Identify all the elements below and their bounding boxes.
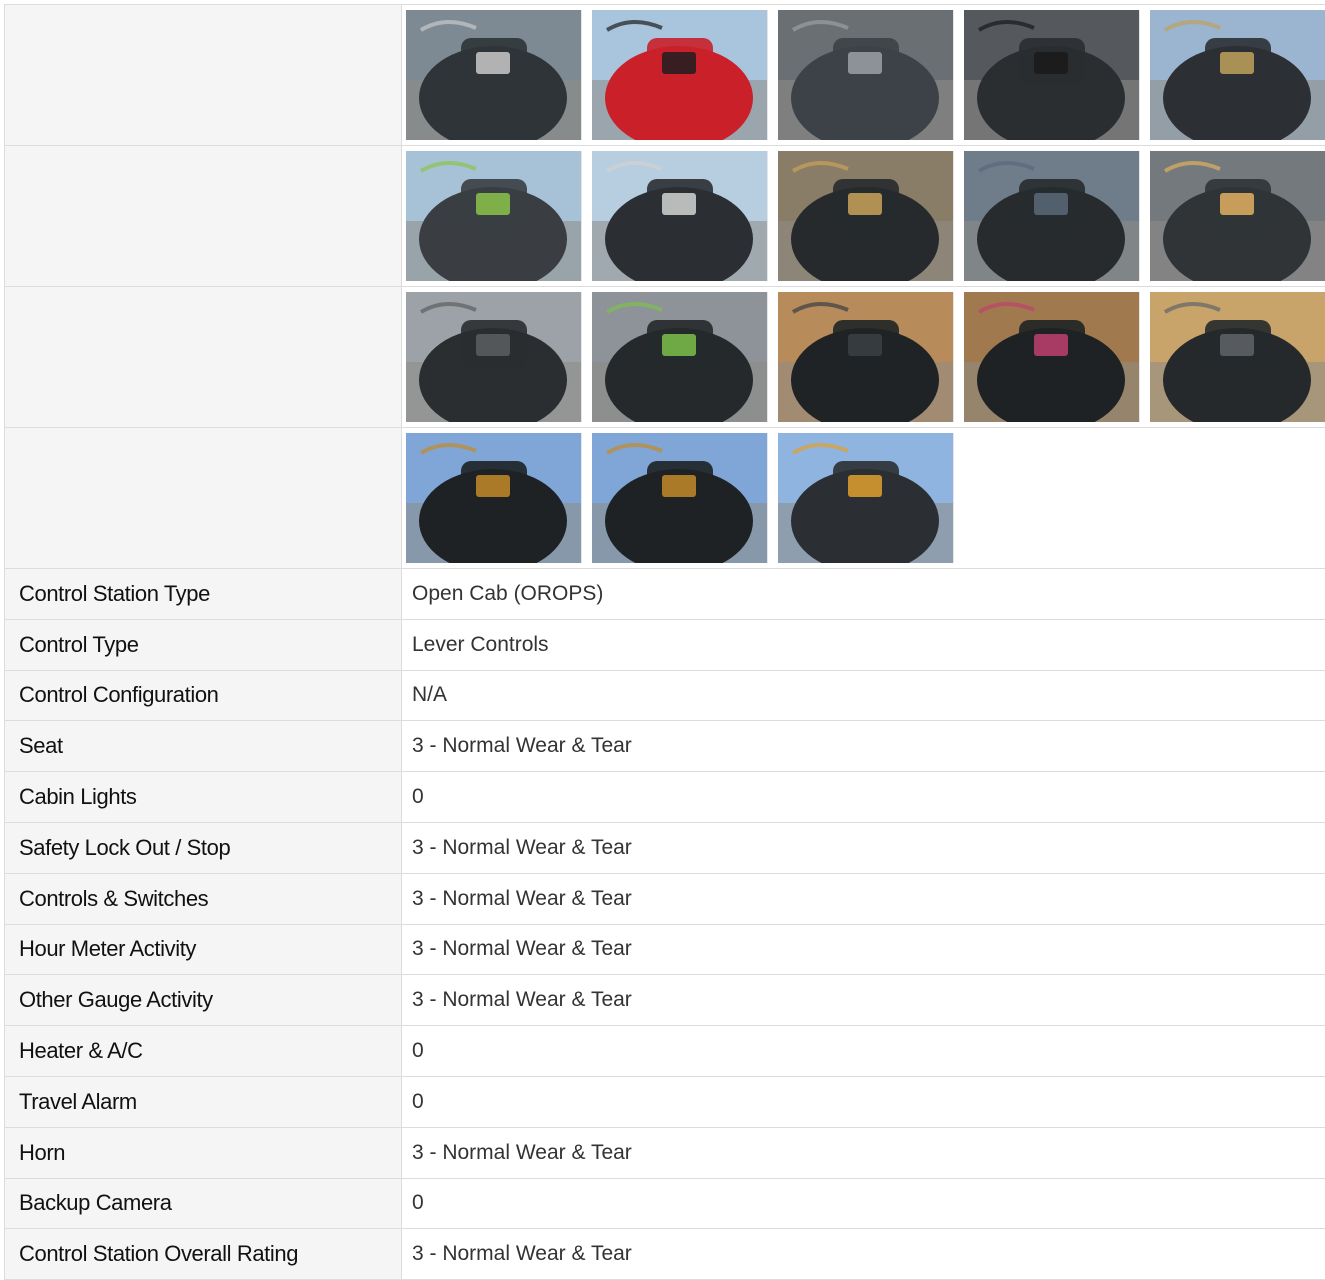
photo-row (5, 5, 1325, 146)
red-panel-photo-icon[interactable] (592, 10, 768, 140)
photo-illustration (406, 10, 581, 140)
forklift-overview-photo-icon[interactable] (778, 433, 954, 563)
inspection-table: Control Station Type Open Cab (OROPS) Co… (4, 4, 1325, 1280)
photo-illustration (964, 10, 1139, 140)
attribute-label: Control Station Overall Rating (5, 1229, 402, 1280)
shift-lever-photo-icon[interactable] (778, 151, 954, 281)
photo-illustration (964, 151, 1139, 281)
joystick-boot-photo-icon[interactable] (964, 151, 1140, 281)
attribute-row-travel-alarm: Travel Alarm 0 (5, 1076, 1325, 1127)
photo-row-label-cell (5, 5, 402, 146)
attribute-row-control-type: Control Type Lever Controls (5, 619, 1325, 670)
photo-illustration (964, 292, 1139, 422)
attribute-value: 0 (402, 772, 1325, 823)
attribute-value: 3 - Normal Wear & Tear (402, 721, 1325, 772)
attribute-label: Control Configuration (5, 670, 402, 721)
attribute-row-control-configuration: Control Configuration N/A (5, 670, 1325, 721)
photo-illustration (406, 151, 581, 281)
photo-row-cell (402, 428, 1325, 569)
attribute-row-horn: Horn 3 - Normal Wear & Tear (5, 1127, 1325, 1178)
attribute-row-control-station-type: Control Station Type Open Cab (OROPS) (5, 569, 1325, 620)
attribute-value: Lever Controls (402, 619, 1325, 670)
attribute-label: Hour Meter Activity (5, 924, 402, 975)
photo-row-cell (402, 287, 1325, 428)
side-handle-photo-icon[interactable] (1150, 151, 1325, 281)
attribute-label: Safety Lock Out / Stop (5, 822, 402, 873)
attribute-row-hour-meter-activity: Hour Meter Activity 3 - Normal Wear & Te… (5, 924, 1325, 975)
photo-row-label-cell (5, 287, 402, 428)
lift-levers-photo-icon[interactable] (406, 151, 582, 281)
attribute-label: Backup Camera (5, 1178, 402, 1229)
attribute-value: 3 - Normal Wear & Tear (402, 1127, 1325, 1178)
operator-seat-photo-icon[interactable] (406, 433, 582, 563)
operator-seat-photo-icon[interactable] (592, 433, 768, 563)
attribute-row-backup-camera: Backup Camera 0 (5, 1178, 1325, 1229)
attribute-label: Heater & A/C (5, 1026, 402, 1077)
attribute-label: Travel Alarm (5, 1076, 402, 1127)
photo-row-label-cell (5, 428, 402, 569)
seat-backrest-photo-icon[interactable] (778, 292, 954, 422)
switch-panel-photo-icon[interactable] (964, 10, 1140, 140)
attribute-value: Open Cab (OROPS) (402, 569, 1325, 620)
attribute-row-control-station-overall-rating: Control Station Overall Rating 3 - Norma… (5, 1229, 1325, 1280)
photo-illustration (1150, 151, 1325, 281)
photo-row-cell (402, 5, 1325, 146)
attribute-row-cabin-lights: Cabin Lights 0 (5, 772, 1325, 823)
lever-knobs-photo-icon[interactable] (592, 151, 768, 281)
seat-belt-photo-icon[interactable] (1150, 292, 1325, 422)
steering-column-photo-icon[interactable] (406, 292, 582, 422)
attribute-label: Control Type (5, 619, 402, 670)
attribute-row-safety-lock-out-stop: Safety Lock Out / Stop 3 - Normal Wear &… (5, 822, 1325, 873)
photo-row-label-cell (5, 146, 402, 287)
photo-illustration (778, 151, 953, 281)
attribute-value: 0 (402, 1076, 1325, 1127)
attribute-label: Horn (5, 1127, 402, 1178)
inspection-table-body: Control Station Type Open Cab (OROPS) Co… (5, 5, 1325, 1280)
photo-illustration (406, 292, 581, 422)
attribute-value: 0 (402, 1178, 1325, 1229)
photo-row (5, 428, 1325, 569)
engine-compartment-photo-icon[interactable] (592, 292, 768, 422)
photo-row-cell (402, 146, 1325, 287)
photo-illustration (778, 10, 953, 140)
attribute-label: Other Gauge Activity (5, 975, 402, 1026)
attribute-row-seat: Seat 3 - Normal Wear & Tear (5, 721, 1325, 772)
attribute-label: Seat (5, 721, 402, 772)
photo-illustration (592, 292, 767, 422)
attribute-row-heater-ac: Heater & A/C 0 (5, 1026, 1325, 1077)
seat-back-decal-photo-icon[interactable] (406, 10, 582, 140)
attribute-value: 3 - Normal Wear & Tear (402, 873, 1325, 924)
attribute-value: 3 - Normal Wear & Tear (402, 1229, 1325, 1280)
attribute-value: 0 (402, 1026, 1325, 1077)
photo-illustration (592, 10, 767, 140)
photo-row (5, 146, 1325, 287)
attribute-row-controls-switches: Controls & Switches 3 - Normal Wear & Te… (5, 873, 1325, 924)
ignition-key-photo-icon[interactable] (1150, 10, 1325, 140)
seat-cushion-photo-icon[interactable] (964, 292, 1140, 422)
attribute-row-other-gauge-activity: Other Gauge Activity 3 - Normal Wear & T… (5, 975, 1325, 1026)
photo-illustration (592, 433, 767, 563)
attribute-label: Controls & Switches (5, 873, 402, 924)
photo-illustration (406, 433, 581, 563)
attribute-value: 3 - Normal Wear & Tear (402, 975, 1325, 1026)
photo-row (5, 287, 1325, 428)
floor-pedal-photo-icon[interactable] (778, 10, 954, 140)
attribute-label: Control Station Type (5, 569, 402, 620)
photo-illustration (778, 433, 953, 563)
photo-illustration (592, 151, 767, 281)
attribute-value: 3 - Normal Wear & Tear (402, 924, 1325, 975)
photo-illustration (1150, 10, 1325, 140)
attribute-value: N/A (402, 670, 1325, 721)
attribute-label: Cabin Lights (5, 772, 402, 823)
photo-illustration (778, 292, 953, 422)
photo-illustration (1150, 292, 1325, 422)
attribute-value: 3 - Normal Wear & Tear (402, 822, 1325, 873)
